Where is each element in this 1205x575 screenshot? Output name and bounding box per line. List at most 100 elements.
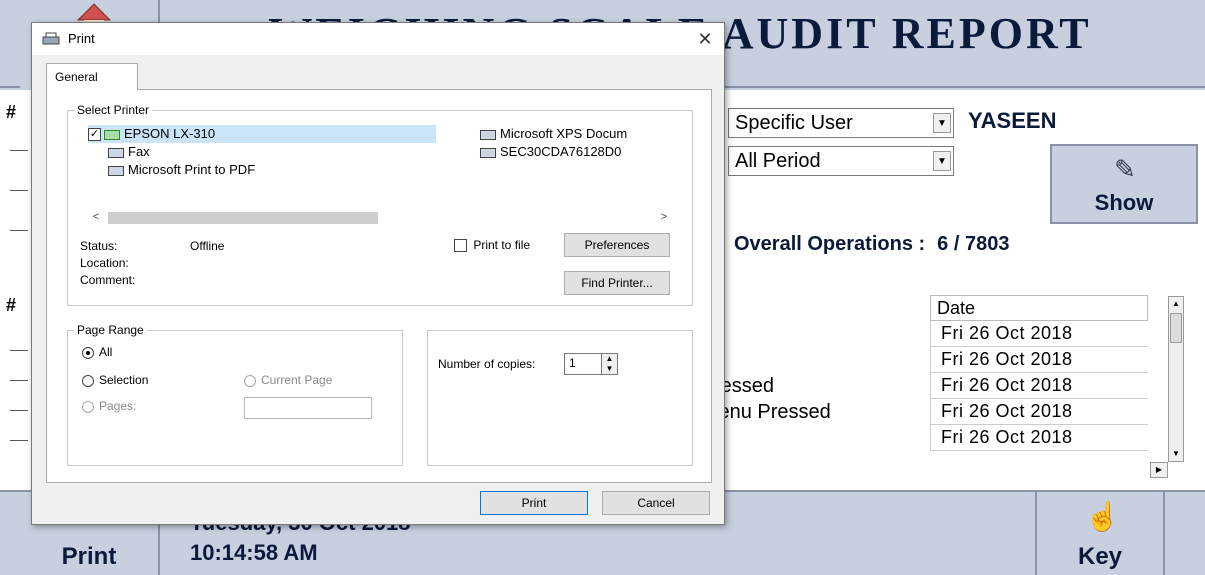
show-label: Show — [1094, 190, 1154, 215]
range-current-label: Current Page — [261, 373, 333, 387]
report-icon: ✎ — [1114, 154, 1136, 184]
preferences-button[interactable]: Preferences — [564, 233, 670, 257]
range-selection-label: Selection — [99, 373, 149, 387]
range-pages-option: Pages: — [82, 399, 136, 413]
scroll-right-icon[interactable]: ▶ — [1150, 462, 1168, 478]
chevron-down-icon[interactable]: ▼ — [933, 151, 951, 171]
row-marker: # — [6, 102, 17, 122]
printer-icon — [108, 165, 124, 176]
radio-icon — [244, 374, 256, 387]
print-to-file-option[interactable]: Print to file — [454, 238, 531, 253]
status-label: Status: — [80, 239, 118, 253]
period-value: All Period — [735, 150, 821, 172]
select-printer-label: Select Printer — [74, 103, 153, 117]
dialog-titlebar[interactable]: Print ✕ — [32, 23, 724, 55]
row-date: Fri 26 Oct 2018 — [930, 347, 1148, 373]
printer-list[interactable]: ✓ EPSON LX-310 Fax Microsoft Print to PDF… — [84, 123, 676, 229]
row-divider — [10, 230, 28, 231]
printer-item-epson[interactable]: ✓ EPSON LX-310 — [88, 125, 436, 143]
row-divider — [10, 350, 28, 351]
operations-label: Overall Operations : — [734, 233, 926, 255]
range-selection-option[interactable]: Selection — [82, 373, 148, 387]
copies-input[interactable]: 1 — [564, 353, 602, 375]
printer-icon — [480, 147, 496, 158]
printer-item-sec[interactable]: SEC30CDA76128D0 — [480, 143, 621, 161]
row-marker: # — [6, 295, 17, 315]
find-printer-button[interactable]: Find Printer... — [564, 271, 670, 295]
range-current-option: Current Page — [244, 373, 332, 387]
row-description: lenu Pressed — [714, 401, 831, 423]
radio-icon — [82, 400, 94, 413]
printer-name: SEC30CDA76128D0 — [500, 144, 622, 159]
scroll-right-icon[interactable]: > — [656, 209, 672, 225]
range-pages-label: Pages: — [99, 399, 137, 413]
copies-label: Number of copies: — [438, 357, 536, 371]
print-to-file-label: Print to file — [473, 238, 531, 252]
scroll-down-icon[interactable]: ▼ — [1169, 447, 1183, 461]
row-divider — [10, 150, 28, 151]
pages-input — [244, 397, 372, 419]
table-row[interactable]: Fri 26 Oct 2018 — [700, 347, 1148, 373]
range-all-option[interactable]: All — [82, 345, 112, 359]
range-all-label: All — [99, 345, 113, 359]
comment-label: Comment: — [80, 273, 136, 287]
selected-user-name: YASEEN — [968, 108, 1057, 133]
printer-icon — [42, 32, 60, 45]
table-row[interactable]: ressed Fri 26 Oct 2018 — [700, 373, 1148, 399]
operations-value: 6 / 7803 — [937, 233, 1010, 255]
key-label: Key — [1077, 543, 1123, 570]
printer-item-pdf[interactable]: Microsoft Print to PDF — [108, 161, 255, 179]
hand-pointer-icon: ☝ — [1085, 501, 1120, 532]
printer-name: Microsoft XPS Docum — [500, 126, 628, 141]
copies-stepper[interactable]: ▲ ▼ — [602, 353, 618, 375]
table-row[interactable]: Fri 26 Oct 2018 — [700, 321, 1148, 347]
fax-icon — [108, 147, 124, 158]
current-time: 10:14:58 AM — [190, 540, 318, 565]
printer-name: Fax — [128, 144, 150, 159]
printer-item-xps[interactable]: Microsoft XPS Docum — [480, 125, 627, 143]
dialog-title: Print — [68, 31, 95, 46]
print-button[interactable]: Print — [480, 491, 588, 515]
row-date: Fri 26 Oct 2018 — [930, 425, 1148, 451]
row-date: Fri 26 Oct 2018 — [930, 373, 1148, 399]
table-row[interactable]: Fri 26 Oct 2018 — [700, 425, 1148, 451]
period-select[interactable]: All Period ▼ — [728, 146, 954, 176]
row-divider — [10, 380, 28, 381]
scroll-thumb[interactable] — [108, 212, 378, 224]
cancel-button[interactable]: Cancel — [602, 491, 710, 515]
scroll-left-icon[interactable]: < — [88, 209, 104, 225]
overall-operations: Overall Operations : 6 / 7803 — [734, 233, 1009, 256]
checkbox-icon[interactable] — [454, 239, 467, 253]
scroll-thumb[interactable] — [1170, 313, 1182, 343]
page-range-group: Page Range All Selection Current Page Pa… — [67, 323, 403, 466]
printer-icon — [104, 129, 120, 140]
page-range-label: Page Range — [74, 323, 147, 337]
chevron-down-icon[interactable]: ▼ — [933, 113, 951, 133]
general-tab-panel: Select Printer ✓ EPSON LX-310 Fax Microso… — [46, 89, 712, 483]
select-printer-group: Select Printer ✓ EPSON LX-310 Fax Microso… — [67, 103, 693, 306]
printer-name: Microsoft Print to PDF — [128, 162, 256, 177]
printer-name: EPSON LX-310 — [124, 126, 216, 141]
copies-group: Number of copies: 1 ▲ ▼ — [427, 330, 693, 466]
status-value: Offline — [190, 239, 225, 253]
user-mode-select[interactable]: Specific User ▼ — [728, 108, 954, 138]
tab-general[interactable]: General — [46, 63, 138, 90]
row-divider — [10, 410, 28, 411]
checkmark-icon: ✓ — [88, 128, 101, 142]
radio-icon[interactable] — [82, 374, 94, 387]
radio-icon[interactable] — [82, 346, 94, 359]
date-column-header[interactable]: Date — [930, 295, 1148, 321]
scroll-up-icon[interactable]: ▲ — [1169, 297, 1183, 311]
printer-list-scrollbar[interactable]: < > — [84, 209, 676, 225]
show-button[interactable]: ✎ Show — [1050, 144, 1198, 224]
close-icon[interactable]: ✕ — [690, 25, 720, 53]
row-date: Fri 26 Oct 2018 — [930, 321, 1148, 347]
row-divider — [10, 190, 28, 191]
location-label: Location: — [80, 256, 129, 270]
printer-item-fax[interactable]: Fax — [108, 143, 150, 161]
key-button[interactable]: ☝ Key — [1035, 492, 1165, 575]
table-row[interactable]: lenu Pressed Fri 26 Oct 2018 — [700, 399, 1148, 425]
row-divider — [10, 440, 28, 441]
row-date: Fri 26 Oct 2018 — [930, 399, 1148, 425]
grid-vertical-scrollbar[interactable]: ▲ ▼ — [1168, 296, 1184, 462]
